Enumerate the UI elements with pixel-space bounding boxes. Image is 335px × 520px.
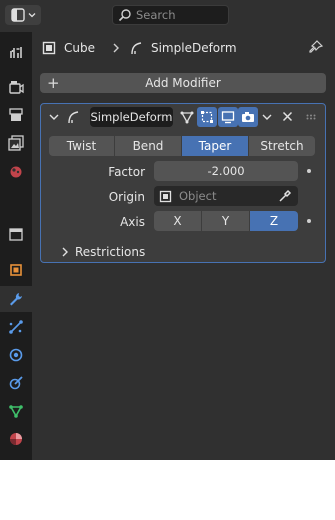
mode-bend-label: Bend bbox=[132, 139, 164, 153]
properties-header: Search bbox=[0, 0, 335, 32]
axis-selector: X Y Z bbox=[154, 211, 298, 231]
axis-x-button[interactable]: X bbox=[154, 211, 201, 231]
axis-z-button[interactable]: Z bbox=[250, 211, 298, 231]
breadcrumb-object: Cube bbox=[64, 41, 95, 55]
properties-editor-icon bbox=[10, 8, 25, 22]
factor-value: -2.000 bbox=[207, 164, 245, 178]
particles-icon bbox=[9, 320, 23, 334]
mode-bend-button[interactable]: Bend bbox=[115, 136, 181, 156]
tab-view-layer[interactable] bbox=[0, 130, 32, 156]
tab-world[interactable] bbox=[0, 221, 32, 247]
edit-cage-icon bbox=[180, 111, 194, 124]
modifier-header[interactable]: SimpleDeform bbox=[41, 104, 325, 130]
close-icon[interactable] bbox=[282, 111, 293, 122]
mode-stretch-button[interactable]: Stretch bbox=[249, 136, 315, 156]
tab-scene[interactable] bbox=[0, 158, 32, 184]
constraints-icon bbox=[9, 376, 23, 390]
drag-handle-icon[interactable] bbox=[306, 114, 318, 120]
tab-render[interactable] bbox=[0, 74, 32, 100]
search-input[interactable]: Search bbox=[112, 5, 229, 25]
tab-physics[interactable] bbox=[0, 342, 32, 368]
object-data-icon bbox=[9, 405, 23, 418]
axis-y-button[interactable]: Y bbox=[202, 211, 249, 231]
output-icon bbox=[9, 108, 23, 121]
modifier-panel: SimpleDeform Twist Bend Taper Stretch Fa… bbox=[40, 103, 326, 263]
editor-type-dropdown[interactable] bbox=[5, 5, 41, 25]
factor-label: Factor bbox=[108, 165, 145, 179]
add-modifier-button[interactable]: + Add Modifier bbox=[40, 73, 326, 93]
object-icon bbox=[10, 264, 22, 276]
pin-button[interactable] bbox=[308, 39, 324, 58]
tab-constraints[interactable] bbox=[0, 370, 32, 396]
origin-label: Origin bbox=[108, 190, 145, 204]
mode-taper-button[interactable]: Taper bbox=[182, 136, 248, 156]
render-icon bbox=[9, 81, 24, 94]
restrictions-subpanel[interactable]: Restrictions bbox=[61, 242, 145, 262]
render-toggle[interactable] bbox=[238, 107, 258, 127]
scene-icon bbox=[10, 166, 22, 178]
mode-stretch-label: Stretch bbox=[260, 139, 304, 153]
edit-mode-toggle[interactable] bbox=[197, 107, 217, 127]
axis-x-label: X bbox=[173, 214, 182, 228]
axis-y-label: Y bbox=[221, 214, 230, 228]
eyedropper-icon[interactable] bbox=[278, 189, 292, 203]
mode-taper-label: Taper bbox=[198, 139, 232, 153]
tab-particles[interactable] bbox=[0, 314, 32, 340]
simple-deform-icon bbox=[131, 42, 142, 55]
breadcrumb: Cube SimpleDeform bbox=[42, 38, 237, 58]
add-modifier-label: Add Modifier bbox=[145, 76, 221, 90]
collapse-chevron-icon[interactable] bbox=[49, 112, 59, 122]
monitor-icon bbox=[221, 111, 235, 124]
chevron-right-icon bbox=[62, 247, 68, 257]
edit-mode-icon bbox=[201, 111, 213, 123]
origin-placeholder: Object bbox=[179, 189, 217, 203]
tab-material[interactable] bbox=[0, 426, 32, 452]
physics-icon bbox=[9, 348, 23, 362]
factor-field[interactable]: -2.000 bbox=[154, 161, 298, 181]
camera-icon bbox=[242, 112, 254, 122]
modifier-wrench-icon bbox=[10, 293, 22, 306]
restrictions-label: Restrictions bbox=[75, 245, 146, 259]
mode-twist-button[interactable]: Twist bbox=[49, 136, 114, 156]
edit-cage-toggle[interactable] bbox=[177, 107, 197, 127]
tab-object[interactable] bbox=[0, 257, 32, 283]
world-icon bbox=[9, 228, 23, 241]
chevron-down-icon bbox=[28, 13, 35, 18]
tab-tool[interactable] bbox=[0, 39, 32, 65]
modifier-name-field[interactable]: SimpleDeform bbox=[90, 107, 173, 127]
object-icon bbox=[159, 190, 172, 202]
chevron-down-icon[interactable] bbox=[262, 112, 272, 122]
viewport-toggle[interactable] bbox=[218, 107, 238, 127]
tab-object-data[interactable] bbox=[0, 398, 32, 424]
breadcrumb-modifier: SimpleDeform bbox=[150, 41, 237, 55]
deform-mode-selector: Twist Bend Taper Stretch bbox=[49, 136, 315, 156]
pin-icon bbox=[309, 40, 324, 53]
view-layer-icon bbox=[8, 135, 24, 151]
search-placeholder: Search bbox=[136, 8, 176, 22]
modifier-name: SimpleDeform bbox=[90, 110, 173, 124]
origin-object-field[interactable]: Object bbox=[154, 186, 298, 206]
keyframe-dot-icon[interactable] bbox=[307, 169, 311, 173]
material-icon bbox=[10, 433, 22, 445]
tab-modifiers[interactable] bbox=[0, 286, 32, 312]
axis-label: Axis bbox=[120, 215, 145, 229]
object-icon bbox=[42, 41, 56, 55]
mode-twist-label: Twist bbox=[66, 139, 97, 153]
search-icon bbox=[118, 9, 131, 22]
tool-icon bbox=[10, 47, 22, 58]
chevron-right-icon bbox=[113, 43, 119, 53]
axis-z-label: Z bbox=[269, 214, 279, 228]
simple-deform-icon bbox=[68, 111, 79, 124]
keyframe-dot-icon[interactable] bbox=[307, 219, 311, 223]
tab-output[interactable] bbox=[0, 102, 32, 128]
